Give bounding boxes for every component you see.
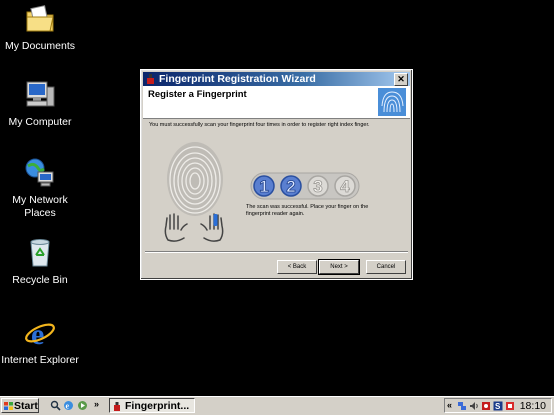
fingerprint-wizard-window: Fingerprint Registration Wizard ✕ Regist… xyxy=(140,69,413,280)
fingerprint-tray-icon[interactable] xyxy=(505,401,515,411)
fingerprint-app-icon xyxy=(114,402,120,411)
close-button[interactable]: ✕ xyxy=(394,73,408,86)
window-title: Fingerprint Registration Wizard xyxy=(159,73,316,85)
fingerprint-app-icon xyxy=(147,74,154,84)
windows-logo-icon xyxy=(4,402,13,410)
taskbar-button-fingerprint-wizard[interactable]: Fingerprint... xyxy=(109,398,195,413)
scan-status-text: The scan was successful. Place your fing… xyxy=(246,204,369,217)
title-bar[interactable]: Fingerprint Registration Wizard ✕ xyxy=(143,72,410,86)
recycle-bin-icon xyxy=(30,239,50,267)
security-tray-icon[interactable] xyxy=(481,401,491,411)
instruction-text: You must successfully scan your fingerpr… xyxy=(149,122,370,128)
taskbar: Start e » Fingerprint... « S 18:10 xyxy=(0,396,554,415)
quick-launch-chevron[interactable]: » xyxy=(94,399,99,409)
desktop-icon-my-computer[interactable]: My Computer xyxy=(0,78,80,129)
scan-step-4: 4 xyxy=(334,175,356,197)
internet-explorer-icon: e xyxy=(25,318,55,350)
svg-text:3: 3 xyxy=(313,177,322,196)
back-button[interactable]: < Back xyxy=(277,260,317,274)
desktop-icon-my-network-places[interactable]: My Network Places xyxy=(0,156,80,220)
quick-launch-ie-icon[interactable]: e xyxy=(63,400,74,411)
desktop-icon-label: Internet Explorer xyxy=(1,354,79,366)
desktop-icon-label: My Network Places xyxy=(12,194,68,219)
right-hand-icon xyxy=(200,213,224,242)
speaker-tray-icon[interactable] xyxy=(469,401,479,411)
svg-text:S: S xyxy=(495,402,501,411)
svg-text:e: e xyxy=(31,318,44,350)
scan-step-2: 2 xyxy=(280,175,302,197)
computer-icon xyxy=(26,81,55,107)
fingerprint-header-icon xyxy=(378,88,406,116)
svg-text:2: 2 xyxy=(286,177,295,196)
scan-progress-steps: 1234 xyxy=(250,172,360,200)
system-tray: « S 18:10 xyxy=(444,398,552,413)
desktop-icon-internet-explorer[interactable]: e Internet Explorer xyxy=(0,316,80,367)
network-globe-icon xyxy=(25,158,54,187)
quick-launch-media-icon[interactable] xyxy=(77,400,88,411)
scan-step-3: 3 xyxy=(307,175,329,197)
folder-icon xyxy=(26,5,54,32)
clock: 18:10 xyxy=(519,400,546,412)
scan-step-1: 1 xyxy=(253,175,275,197)
left-hand-icon xyxy=(164,213,188,242)
svg-text:e: e xyxy=(66,402,70,411)
desktop-icon-label: My Documents xyxy=(4,40,76,52)
wizard-header: Register a Fingerprint xyxy=(143,86,410,119)
cancel-button[interactable]: Cancel xyxy=(366,260,406,274)
svg-text:4: 4 xyxy=(340,177,350,196)
app-s-tray-icon[interactable]: S xyxy=(493,401,503,411)
taskbar-button-label: Fingerprint... xyxy=(125,400,190,412)
desktop-icon-label: Recycle Bin xyxy=(12,274,68,286)
network-tray-icon[interactable] xyxy=(457,401,467,411)
desktop-icon-my-documents[interactable]: My Documents xyxy=(0,2,80,53)
quick-launch-search-icon[interactable] xyxy=(50,400,61,411)
desktop-icon-recycle-bin[interactable]: Recycle Bin xyxy=(0,236,80,287)
next-button[interactable]: Next > xyxy=(318,259,360,275)
fingerprint-scan-image xyxy=(167,142,223,216)
button-separator xyxy=(145,251,408,253)
svg-text:1: 1 xyxy=(259,177,268,196)
start-label: Start xyxy=(14,400,38,412)
tray-expand-chevron[interactable]: « xyxy=(447,400,452,410)
start-button[interactable]: Start xyxy=(1,398,39,413)
wizard-page-title: Register a Fingerprint xyxy=(148,89,247,100)
desktop-icon-label: My Computer xyxy=(8,116,72,128)
